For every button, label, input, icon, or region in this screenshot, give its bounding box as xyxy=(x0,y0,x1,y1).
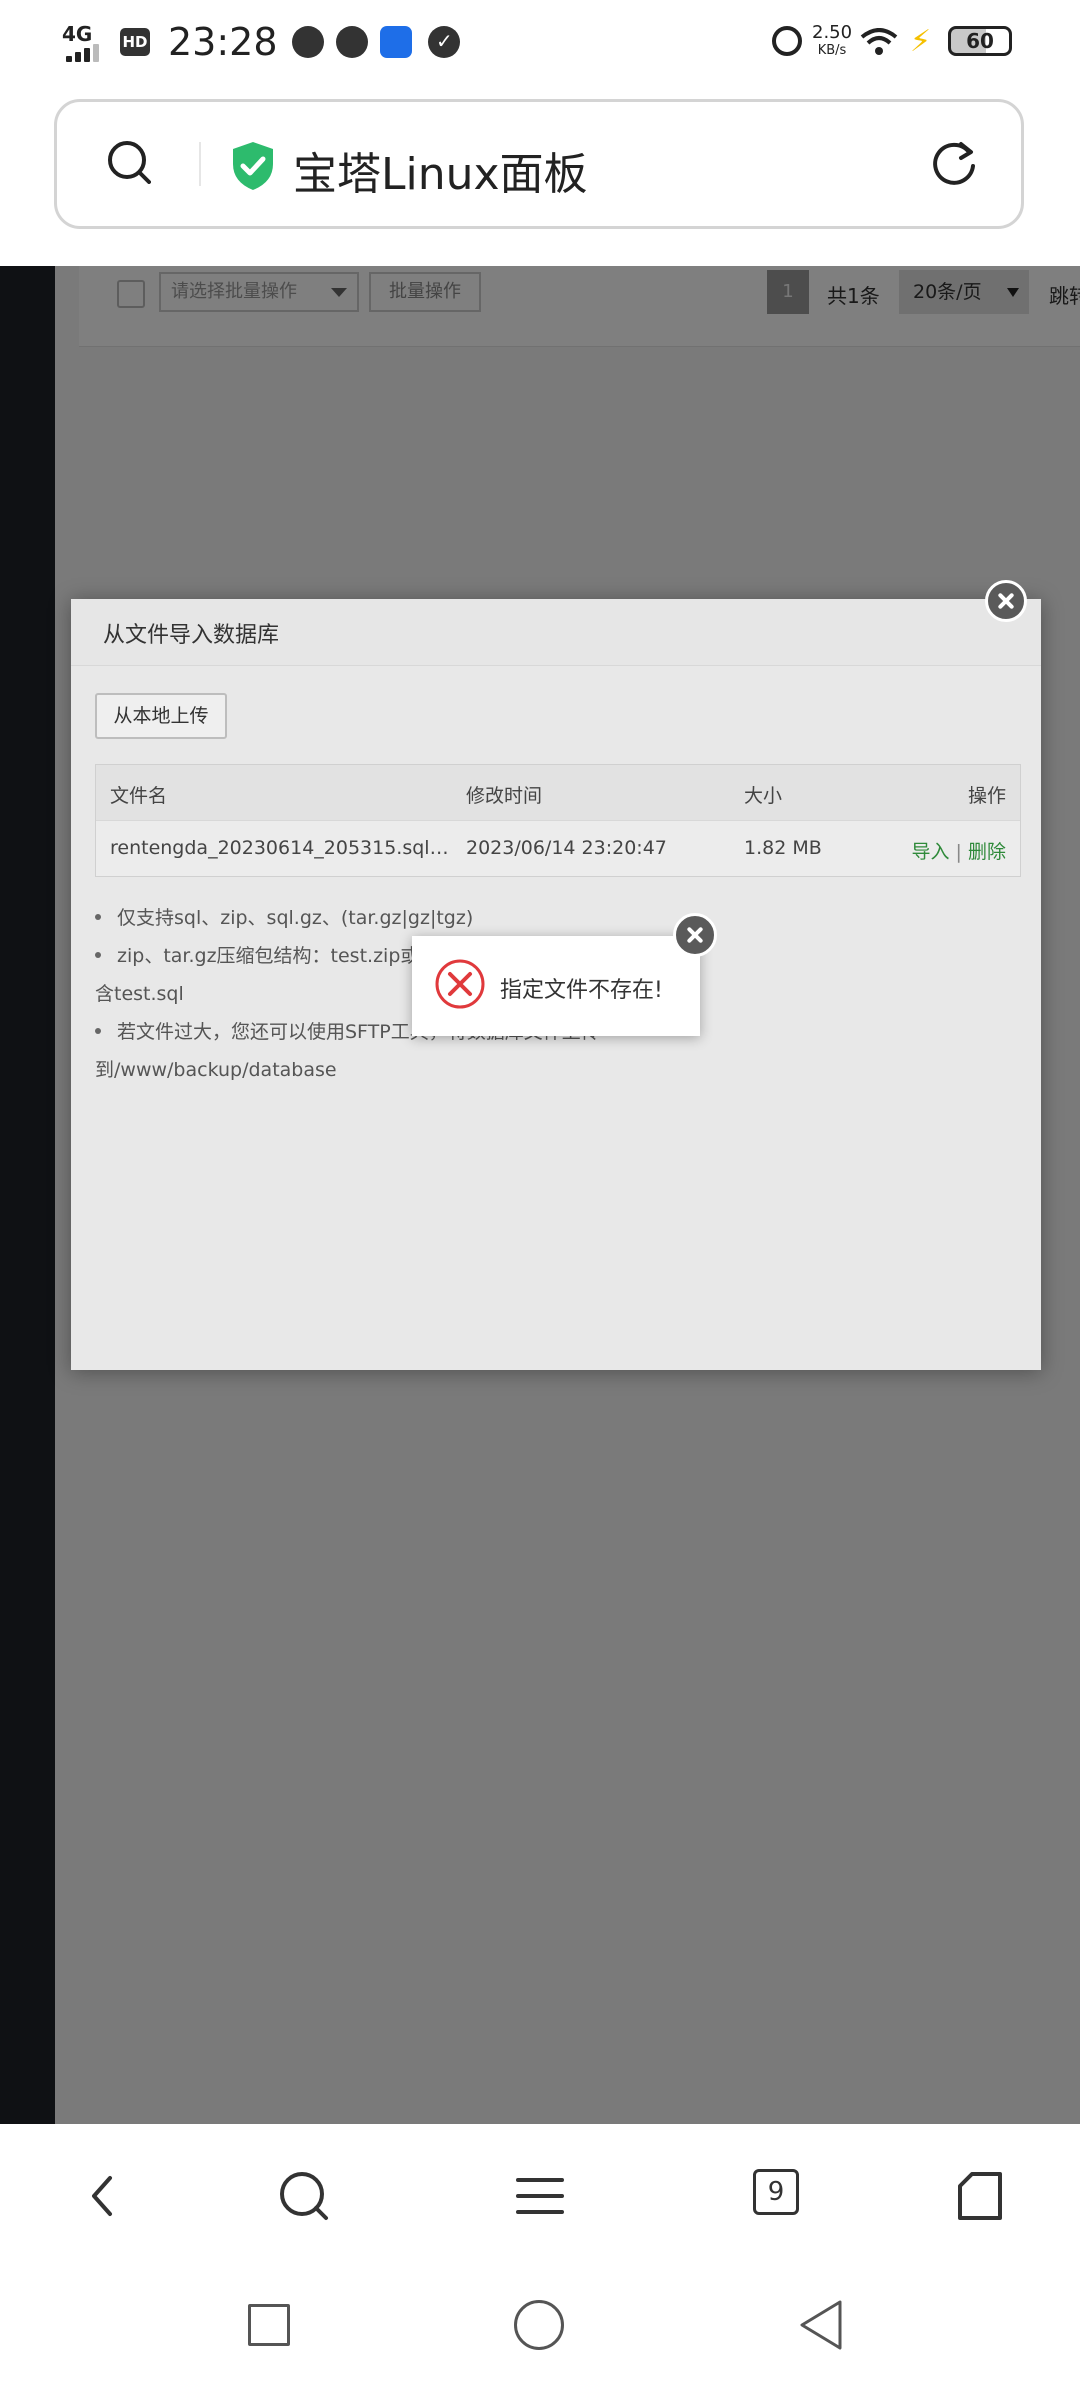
wifi-icon xyxy=(860,28,898,55)
system-back-icon[interactable] xyxy=(796,2298,846,2352)
file-table: 文件名 修改时间 大小 操作 rentengda_20230614_205315… xyxy=(95,764,1021,877)
clock: 23:28 xyxy=(168,20,278,64)
alert-close-button[interactable] xyxy=(673,913,717,957)
note-continuation: 到/www/backup/database xyxy=(95,1059,337,1081)
browser-toolbar: 9 xyxy=(0,2124,1080,2262)
recents-icon[interactable] xyxy=(248,2304,290,2346)
col-mtime-header: 修改时间 xyxy=(466,785,543,807)
signal-icon xyxy=(66,42,106,62)
error-icon xyxy=(435,959,485,1009)
file-mtime: 2023/06/14 23:20:47 xyxy=(466,837,667,859)
network-speed: 2.50 KB/s xyxy=(812,24,852,60)
bullet-icon xyxy=(95,913,101,920)
table-row: rentengda_20230614_205315.sql.gz 2023/06… xyxy=(96,821,1020,876)
delete-link[interactable]: 删除 xyxy=(968,841,1006,863)
action-separator: | xyxy=(955,841,962,863)
address-bar[interactable]: 宝塔Linux面板 xyxy=(54,99,1024,229)
check-notification-icon xyxy=(428,26,460,58)
alert-message: 指定文件不存在! xyxy=(500,978,663,1003)
search-icon[interactable] xyxy=(107,140,151,184)
file-size: 1.82 MB xyxy=(744,837,822,859)
reload-icon[interactable] xyxy=(929,138,979,188)
dialog-header: 从文件导入数据库 xyxy=(71,599,1041,666)
hd-icon: HD xyxy=(120,28,150,56)
home-button-icon[interactable] xyxy=(514,2300,564,2350)
bullet-icon xyxy=(95,1027,101,1034)
col-name-header: 文件名 xyxy=(110,785,168,807)
secure-shield-icon xyxy=(233,142,273,190)
speed-value: 2.50 xyxy=(812,22,853,43)
page-title[interactable]: 宝塔Linux面板 xyxy=(293,138,588,202)
battery-icon: 60 xyxy=(948,26,1012,56)
close-icon xyxy=(996,591,1016,611)
bullet-icon xyxy=(95,951,101,958)
speed-unit: KB/s xyxy=(817,43,847,58)
status-bar: 4G HD 23:28 2.50 KB/s ⚡ 60 xyxy=(0,0,1080,88)
blue-app-icon xyxy=(380,26,412,58)
search-icon[interactable] xyxy=(276,2168,332,2224)
col-action-header: 操作 xyxy=(967,785,1006,807)
upload-local-button[interactable]: 从本地上传 xyxy=(95,693,227,739)
tabs-button[interactable]: 9 xyxy=(753,2169,799,2215)
note-item: 仅支持sql、zip、sql.gz、(tar.gz|gz|tgz) xyxy=(95,899,995,937)
col-size-header: 大小 xyxy=(744,785,783,807)
file-name: rentengda_20230614_205315.sql.gz xyxy=(110,837,450,859)
app-notification-icon xyxy=(336,26,368,58)
error-alert: 指定文件不存在! xyxy=(412,936,700,1036)
import-link[interactable]: 导入 xyxy=(911,841,949,863)
wechat-icon xyxy=(292,26,324,58)
home-icon[interactable] xyxy=(952,2168,1008,2224)
row-actions: 导入 | 删除 xyxy=(911,837,1006,864)
table-header: 文件名 修改时间 大小 操作 xyxy=(96,765,1020,821)
system-navigation xyxy=(0,2262,1080,2400)
charging-icon: ⚡ xyxy=(910,24,932,59)
menu-icon[interactable] xyxy=(512,2168,568,2224)
divider xyxy=(199,142,201,186)
close-icon xyxy=(685,925,705,945)
alarm-icon xyxy=(772,26,802,56)
back-icon[interactable] xyxy=(76,2168,132,2224)
dialog-title: 从文件导入数据库 xyxy=(103,623,280,648)
dialog-close-button[interactable] xyxy=(985,580,1027,622)
note-text: 仅支持sql、zip、sql.gz、(tar.gz|gz|tgz) xyxy=(117,907,474,929)
